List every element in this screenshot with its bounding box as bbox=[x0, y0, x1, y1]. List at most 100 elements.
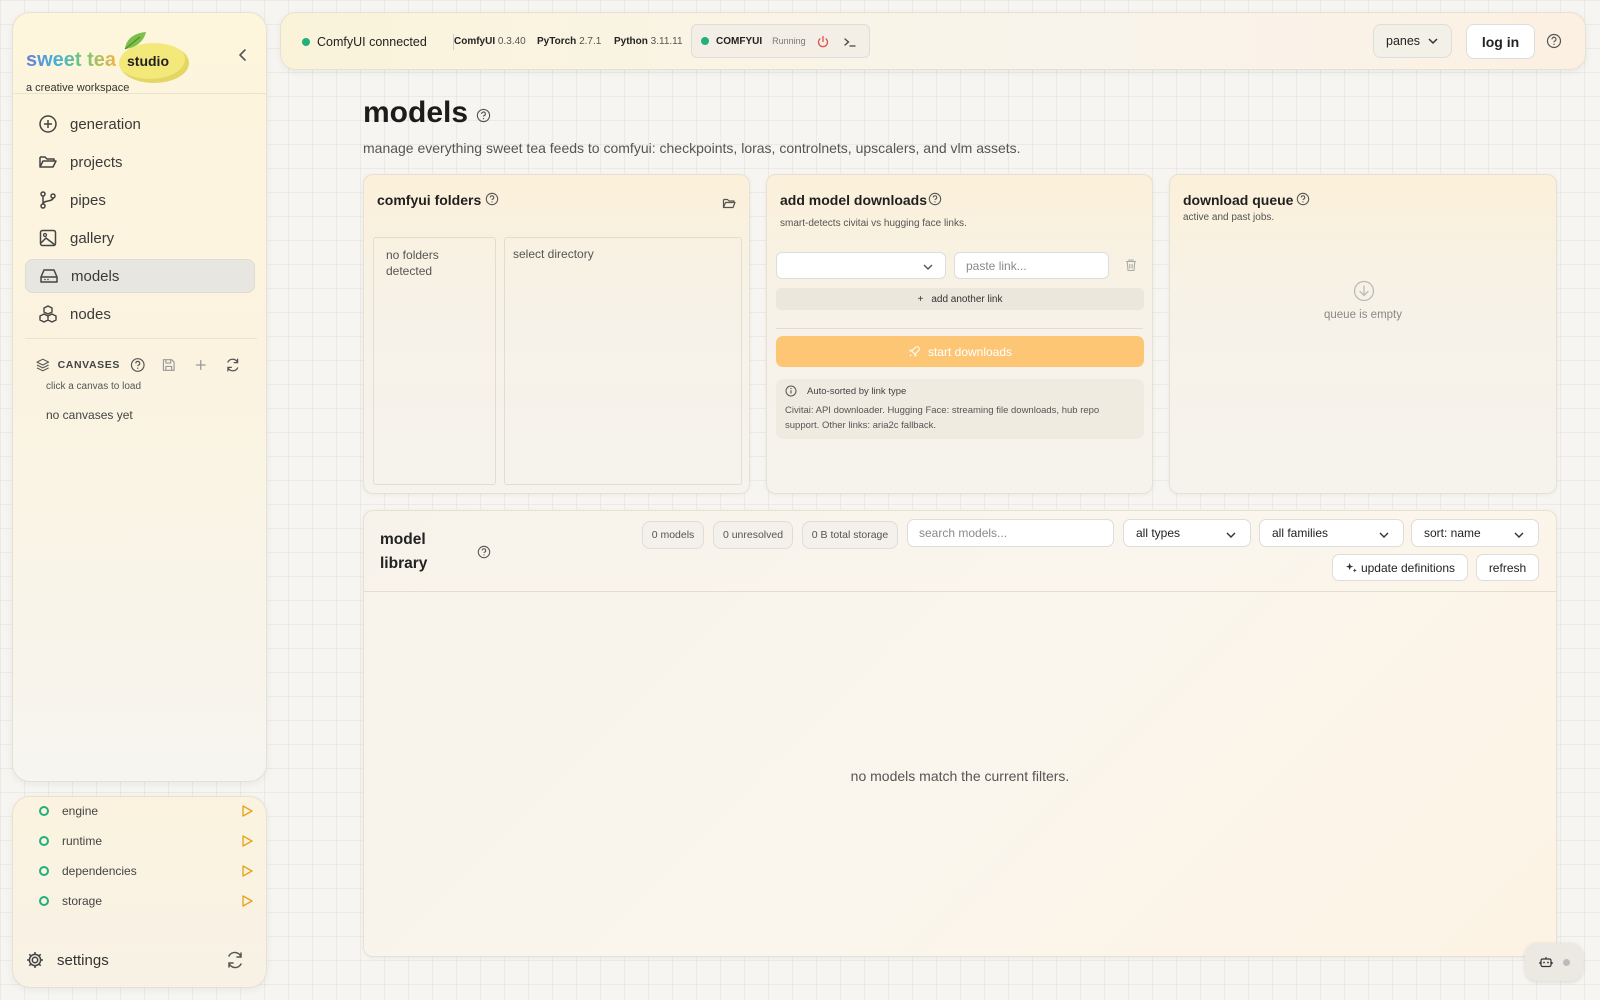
help-icon[interactable] bbox=[1296, 192, 1310, 206]
chevron-down-icon bbox=[1514, 532, 1524, 538]
status-item-runtime[interactable]: runtime bbox=[39, 831, 254, 851]
status-item-storage[interactable]: storage bbox=[39, 891, 254, 911]
status-item-dependencies[interactable]: dependencies bbox=[39, 861, 254, 881]
gear-icon bbox=[27, 952, 43, 968]
help-icon[interactable] bbox=[130, 357, 146, 373]
status-dot bbox=[701, 37, 709, 45]
nav-item-generation[interactable]: generation bbox=[25, 107, 255, 141]
refresh-icon[interactable] bbox=[225, 950, 245, 970]
sidebar: sweet tea studio a creative workspace ge… bbox=[12, 12, 267, 782]
connection-label: ComfyUI connected bbox=[317, 35, 427, 49]
plus-circle-icon bbox=[39, 115, 57, 133]
model-type-select[interactable] bbox=[776, 252, 946, 279]
chevron-down-icon bbox=[1226, 532, 1236, 538]
folder-open-icon bbox=[39, 156, 57, 168]
queue-empty: queue is empty bbox=[1324, 309, 1402, 321]
chevron-down-icon bbox=[1379, 532, 1389, 538]
info-icon bbox=[785, 385, 797, 397]
login-button[interactable]: log in bbox=[1466, 24, 1535, 59]
layers-icon bbox=[36, 358, 50, 372]
canvases-label: CANVASES bbox=[57, 359, 120, 371]
download-circle-icon bbox=[1353, 280, 1375, 302]
add-model-downloads-card: add model downloads smart-detects civita… bbox=[766, 174, 1153, 494]
help-icon[interactable] bbox=[477, 545, 491, 559]
play-icon[interactable] bbox=[240, 834, 254, 848]
status-item-engine[interactable]: engine bbox=[39, 801, 254, 821]
power-icon[interactable] bbox=[816, 35, 830, 49]
nav-label: generation bbox=[70, 115, 141, 133]
help-icon[interactable] bbox=[476, 108, 491, 123]
folder-open-icon[interactable] bbox=[722, 196, 736, 210]
status-dot bbox=[39, 896, 49, 906]
refresh-button[interactable]: refresh bbox=[1476, 554, 1539, 581]
trash-icon[interactable] bbox=[1124, 258, 1138, 272]
rocket-icon bbox=[909, 346, 920, 357]
update-definitions-button[interactable]: update definitions bbox=[1332, 554, 1468, 581]
chevron-down-icon bbox=[923, 264, 933, 270]
status-label: storage bbox=[62, 894, 103, 908]
refresh-icon[interactable] bbox=[225, 357, 241, 373]
download-queue-card: download queue active and past jobs. que… bbox=[1169, 174, 1557, 494]
status-label: engine bbox=[62, 804, 99, 818]
nav-item-pipes[interactable]: pipes bbox=[25, 183, 255, 217]
status-dot bbox=[39, 836, 49, 846]
type-filter-select[interactable]: all types bbox=[1123, 519, 1251, 547]
settings-button[interactable]: settings bbox=[25, 948, 245, 972]
brand-logo[interactable]: sweet tea studio a creative workspace bbox=[26, 29, 196, 94]
library-title: model library bbox=[380, 531, 428, 572]
nav-item-projects[interactable]: projects bbox=[25, 145, 255, 179]
nav-label: nodes bbox=[70, 305, 111, 323]
comfyui-folders-card: comfyui folders no folders detected sele… bbox=[363, 174, 750, 494]
nav-label: projects bbox=[70, 153, 123, 171]
assistant-button[interactable] bbox=[1525, 943, 1583, 981]
help-icon[interactable] bbox=[485, 192, 499, 206]
save-canvas-icon[interactable] bbox=[161, 357, 177, 373]
search-models-input[interactable] bbox=[907, 519, 1114, 547]
panes-dropdown[interactable]: panes bbox=[1373, 24, 1452, 58]
sort-value: sort: name bbox=[1424, 526, 1481, 540]
help-icon[interactable] bbox=[1546, 33, 1562, 49]
nav-label: models bbox=[71, 267, 120, 285]
canvases-hint: click a canvas to load bbox=[46, 381, 142, 392]
add-canvas-icon[interactable] bbox=[193, 357, 209, 373]
status-dot bbox=[302, 38, 310, 46]
sort-select[interactable]: sort: name bbox=[1411, 519, 1539, 547]
terminal-icon[interactable] bbox=[843, 35, 857, 49]
add-link-label: add another link bbox=[931, 293, 1003, 305]
main-nav: generation projects pipes gallery models… bbox=[25, 107, 255, 335]
top-bar: ComfyUI connected ComfyUI 0.3.40 PyTorch… bbox=[280, 12, 1586, 70]
family-filter-select[interactable]: all families bbox=[1259, 519, 1404, 547]
download-info-box: Auto-sorted by link type Civitai: API do… bbox=[776, 379, 1144, 439]
boxes-icon bbox=[39, 305, 57, 323]
panes-label: panes bbox=[1386, 34, 1421, 48]
plus-icon: + bbox=[917, 293, 924, 305]
help-icon[interactable] bbox=[928, 192, 942, 206]
status-dot bbox=[39, 866, 49, 876]
status-label: dependencies bbox=[62, 864, 137, 878]
add-another-link-button[interactable]: + add another link bbox=[776, 288, 1144, 310]
divider bbox=[13, 93, 266, 94]
play-icon[interactable] bbox=[240, 804, 254, 818]
canvases-empty: no canvases yet bbox=[46, 408, 133, 422]
engine-state: Running bbox=[772, 36, 806, 46]
start-downloads-button[interactable]: start downloads bbox=[776, 336, 1144, 367]
play-icon[interactable] bbox=[240, 894, 254, 908]
paste-link-input[interactable] bbox=[954, 252, 1109, 279]
nav-item-models[interactable]: models bbox=[25, 259, 255, 293]
nav-item-nodes[interactable]: nodes bbox=[25, 297, 255, 331]
info-title: Auto-sorted by link type bbox=[807, 385, 907, 397]
nav-item-gallery[interactable]: gallery bbox=[25, 221, 255, 255]
leaf-icon bbox=[124, 32, 146, 50]
status-label: runtime bbox=[62, 834, 103, 848]
git-branch-icon bbox=[40, 191, 56, 209]
engine-status-box: COMFYUI Running bbox=[691, 24, 870, 58]
canvases-header: CANVASES bbox=[36, 355, 256, 375]
version-python: Python 3.11.11 bbox=[614, 36, 683, 47]
connection-status: ComfyUI connected bbox=[302, 35, 427, 49]
play-icon[interactable] bbox=[240, 864, 254, 878]
collapse-sidebar-button[interactable] bbox=[233, 45, 253, 65]
models-count-badge: 0 models bbox=[642, 521, 704, 549]
bot-icon bbox=[1539, 957, 1553, 968]
select-directory-area[interactable]: select directory bbox=[504, 237, 742, 485]
status-dot bbox=[39, 806, 49, 816]
